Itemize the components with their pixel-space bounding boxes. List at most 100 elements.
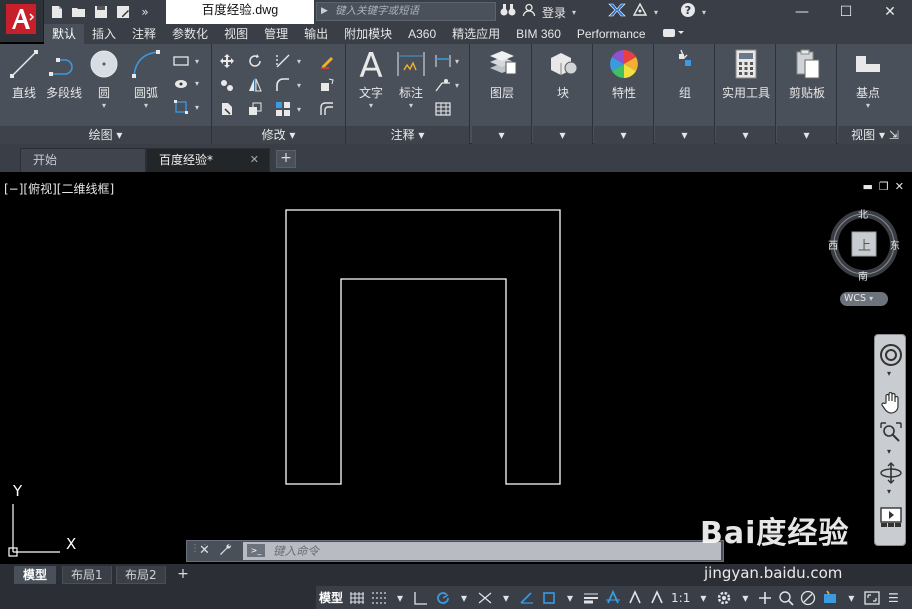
steering-wheel-dropdown-icon[interactable]: ▾ — [887, 369, 891, 378]
viewport-close-icon[interactable]: ✕ — [895, 180, 904, 193]
save-as-icon[interactable] — [114, 3, 132, 21]
customization-dropdown-icon[interactable]: ▾ — [841, 587, 861, 609]
viewcube-west[interactable]: 西 — [828, 237, 838, 252]
binoculars-icon[interactable] — [500, 3, 516, 21]
modify-panel-title[interactable]: 修改 ▾ — [212, 126, 345, 144]
properties-tool[interactable]: 特性 — [606, 48, 642, 101]
drawing-viewport[interactable]: [−][俯视][二维线框] ▬ ❐ ✕ 上 北 南 西 东 WCS ▾ ▾ ▾ — [0, 172, 912, 564]
utilities-tool[interactable]: 实用工具 — [720, 48, 772, 101]
tab-output[interactable]: 输出 — [296, 24, 336, 44]
units-icon[interactable] — [797, 587, 819, 609]
viewport-controls-label[interactable]: [−][俯视][二维线框] — [4, 180, 114, 197]
group-tool[interactable]: 组 — [667, 48, 703, 101]
new-tab-button[interactable]: + — [276, 150, 296, 168]
command-line-settings-icon[interactable] — [219, 543, 232, 559]
line-tool[interactable]: 直线 — [6, 48, 42, 101]
model-space-toggle[interactable]: 模型 — [316, 587, 346, 609]
text-tool[interactable]: A 文字 ▾ — [354, 48, 388, 110]
workspace-dropdown-icon[interactable]: ▾ — [735, 587, 755, 609]
help-icon[interactable]: ? — [680, 2, 696, 22]
properties-panel[interactable]: 特性 ▾ — [594, 44, 654, 144]
annotation-scale-value[interactable]: 1:1 — [668, 587, 693, 609]
block-tool[interactable]: 块 — [545, 48, 581, 101]
close-button[interactable]: ✕ — [868, 0, 912, 24]
annotation-scale-icon[interactable] — [646, 587, 668, 609]
minimize-button[interactable]: — — [780, 0, 824, 24]
close-tab-icon[interactable]: ✕ — [250, 149, 259, 171]
login-link[interactable]: 登录 — [542, 4, 566, 21]
user-icon[interactable] — [522, 3, 536, 21]
dimension-dropdown-icon[interactable]: ▾ — [394, 101, 428, 110]
clipboard-tool[interactable]: 剪贴板 — [783, 48, 831, 101]
hatch-icon[interactable] — [172, 74, 190, 92]
search-expand-icon[interactable]: ▶ — [321, 3, 328, 20]
leader-icon[interactable] — [434, 76, 452, 94]
zoom-extents-icon[interactable] — [877, 419, 905, 447]
polar-dropdown-icon[interactable]: ▾ — [454, 587, 474, 609]
text-dropdown-icon[interactable]: ▾ — [354, 101, 388, 110]
maximize-button[interactable]: ☐ — [824, 0, 868, 24]
groups-panel-dropdown-icon[interactable]: ▾ — [655, 126, 714, 144]
steering-wheel-icon[interactable] — [877, 341, 905, 369]
draw-panel-title[interactable]: 绘图 ▾ — [0, 126, 211, 144]
move-icon[interactable] — [218, 52, 236, 70]
orbit-icon[interactable] — [877, 459, 905, 487]
tab-annotate[interactable]: 注释 — [124, 24, 164, 44]
tab-a360[interactable]: A360 — [400, 24, 444, 44]
isolate-objects-icon[interactable] — [775, 587, 797, 609]
tab-addins[interactable]: 附加模块 — [336, 24, 400, 44]
viewcube[interactable]: 上 北 南 西 东 — [826, 202, 902, 292]
new-file-icon[interactable] — [48, 3, 66, 21]
rotate-icon[interactable] — [246, 52, 264, 70]
rectangle-dropdown-icon[interactable]: ▾ — [192, 52, 202, 70]
zoom-dropdown-icon[interactable]: ▾ — [887, 447, 891, 456]
layers-panel[interactable]: 图层 ▾ — [472, 44, 532, 144]
object-snap-dropdown-icon[interactable]: ▾ — [560, 587, 580, 609]
save-icon[interactable] — [92, 3, 110, 21]
tab-manage[interactable]: 管理 — [256, 24, 296, 44]
polyline-tool[interactable]: 多段线 — [44, 48, 84, 101]
properties-panel-dropdown-icon[interactable]: ▾ — [594, 126, 653, 144]
application-menu-button[interactable] — [0, 0, 44, 42]
ribbon-minimize-toggle[interactable] — [654, 24, 692, 44]
fullscreen-icon[interactable] — [861, 587, 883, 609]
leader-dropdown-icon[interactable]: ▾ — [452, 76, 462, 94]
boundary-icon[interactable] — [172, 98, 190, 116]
grid-icon[interactable] — [346, 587, 368, 609]
view-panel-title[interactable]: 视图 ▾ ⇲ — [838, 126, 912, 144]
login-dropdown-icon[interactable]: ▾ — [572, 8, 576, 17]
tab-view[interactable]: 视图 — [216, 24, 256, 44]
layout-tab-layout2[interactable]: 布局2 — [116, 566, 166, 584]
wcs-menu-button[interactable]: WCS ▾ — [840, 292, 888, 306]
boundary-dropdown-icon[interactable]: ▾ — [192, 98, 202, 116]
object-snap-icon[interactable] — [538, 587, 560, 609]
lineweight-icon[interactable] — [580, 587, 602, 609]
door-frame-shape[interactable] — [285, 209, 561, 485]
tab-insert[interactable]: 插入 — [84, 24, 124, 44]
tab-featured-apps[interactable]: 精选应用 — [444, 24, 508, 44]
clipboard-panel[interactable]: 剪贴板 ▾ — [777, 44, 837, 144]
tab-bim360[interactable]: BIM 360 — [508, 24, 569, 44]
fillet-dropdown-icon[interactable]: ▾ — [294, 76, 304, 94]
open-folder-icon[interactable] — [70, 3, 88, 21]
viewport-restore-icon[interactable]: ❐ — [879, 180, 889, 193]
snap-icon[interactable] — [368, 587, 390, 609]
workspace-gear-icon[interactable] — [713, 587, 735, 609]
arc-tool[interactable]: 圆弧 ▾ — [128, 48, 164, 110]
auto-scale-icon[interactable] — [624, 587, 646, 609]
viewcube-south[interactable]: 南 — [858, 268, 868, 283]
utilities-panel-dropdown-icon[interactable]: ▾ — [716, 126, 775, 144]
command-input[interactable]: >_ 键入命令 — [243, 542, 721, 560]
annotation-panel-title[interactable]: 注释 ▾ — [346, 126, 469, 144]
hatch-dropdown-icon[interactable]: ▾ — [192, 74, 202, 92]
drawing-canvas[interactable] — [0, 172, 912, 564]
file-tab-document[interactable]: 百度经验* ✕ — [146, 148, 270, 172]
tab-default[interactable]: 默认 — [44, 24, 85, 44]
block-panel-dropdown-icon[interactable]: ▾ — [533, 126, 592, 144]
trim-icon[interactable] — [274, 52, 292, 70]
viewcube-east[interactable]: 东 — [890, 237, 900, 252]
trim-dropdown-icon[interactable]: ▾ — [294, 52, 304, 70]
rectangle-icon[interactable] — [172, 52, 190, 70]
annotation-scale-dropdown-icon[interactable]: ▾ — [693, 587, 713, 609]
isodraft-icon[interactable] — [474, 587, 496, 609]
